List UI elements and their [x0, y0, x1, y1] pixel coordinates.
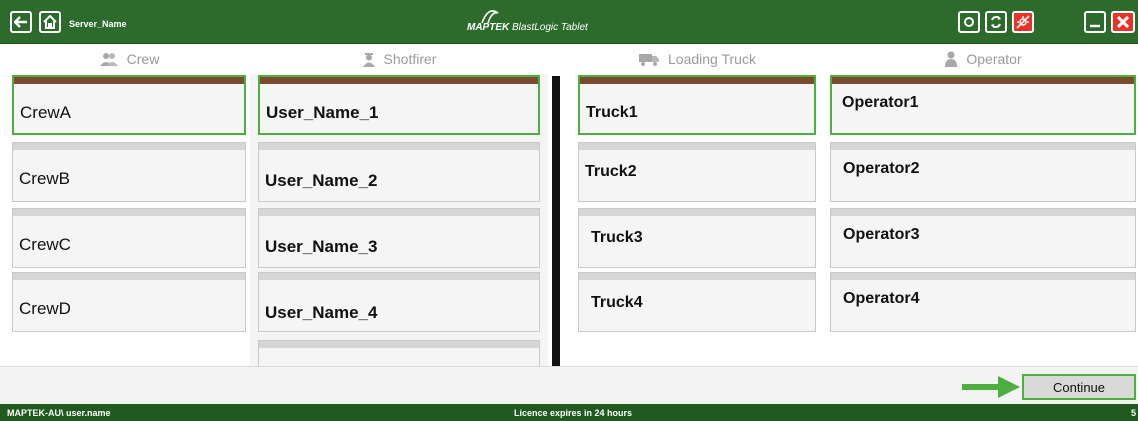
loading-truck-list: Truck1 Truck2 Truck3 Truck4 — [578, 74, 816, 366]
list-item-truck[interactable]: Truck2 — [578, 142, 816, 202]
person-icon — [945, 51, 958, 67]
status-user: MAPTEK-AU\ user.name — [7, 408, 111, 418]
list-item-label: Operator1 — [842, 94, 919, 111]
list-item-crew[interactable]: CrewB — [12, 142, 246, 202]
list-item-truck[interactable]: Truck3 — [578, 208, 816, 268]
column-header-shotfirer: Shotfirer — [258, 48, 540, 70]
list-item-operator[interactable]: Operator1 — [830, 75, 1136, 135]
brand-logo: MAPTEK BlastLogic Tablet — [460, 10, 680, 36]
arrow-right-icon — [962, 376, 1020, 398]
list-item-label: Truck3 — [591, 229, 643, 246]
shotfirer-list[interactable]: User_Name_1 User_Name_2 User_Name_3 User… — [250, 74, 548, 366]
sync-icon[interactable] — [958, 11, 980, 33]
list-item-shotfirer[interactable]: User_Name_2 — [258, 142, 540, 202]
truck-icon — [639, 54, 660, 66]
brand-name: MAPTEK — [467, 22, 510, 33]
status-bar: MAPTEK-AU\ user.name Licence expires in … — [0, 404, 1138, 421]
list-item-label: CrewD — [19, 299, 71, 318]
list-item-operator[interactable]: Operator4 — [830, 272, 1136, 332]
list-item-operator[interactable]: Operator3 — [830, 208, 1136, 268]
list-item-crew[interactable]: CrewC — [12, 208, 246, 268]
crew-list: CrewA CrewB CrewC CrewD — [12, 74, 246, 366]
shotfirer-icon — [362, 53, 375, 67]
list-item-label: Truck1 — [586, 104, 638, 121]
back-arrow-icon[interactable] — [10, 11, 32, 33]
list-item-label: Truck4 — [591, 294, 643, 311]
home-icon[interactable] — [39, 11, 61, 33]
list-item-label: User_Name_4 — [265, 303, 378, 322]
product-name: BlastLogic Tablet — [512, 22, 588, 33]
list-item-label: User_Name_2 — [265, 171, 378, 190]
list-item-label: Truck2 — [585, 163, 637, 180]
column-header-crew: Crew — [12, 48, 246, 70]
status-licence: Licence expires in 24 hours — [514, 408, 633, 418]
list-item-partial[interactable] — [258, 340, 540, 366]
column-header-label: Loading Truck — [668, 51, 756, 67]
list-item-crew[interactable]: CrewA — [12, 75, 246, 135]
list-item-crew[interactable]: CrewD — [12, 272, 246, 332]
list-item-label: Operator2 — [843, 160, 920, 177]
list-item-label: CrewA — [20, 103, 72, 122]
list-item-shotfirer[interactable]: User_Name_4 — [258, 272, 540, 332]
title-bar: Server_Name MAPTEK BlastLogic Tablet — [0, 0, 1138, 44]
list-item-label: User_Name_3 — [265, 237, 378, 256]
gps-off-icon[interactable] — [1012, 11, 1034, 33]
column-header-loading-truck: Loading Truck — [578, 48, 816, 70]
column-header-label: Operator — [966, 51, 1022, 67]
continue-button[interactable]: Continue — [1022, 374, 1136, 400]
close-icon[interactable] — [1111, 11, 1135, 33]
column-header-operator: Operator — [830, 48, 1136, 70]
column-header-label: Shotfirer — [383, 51, 437, 67]
column-header-label: Crew — [126, 51, 160, 67]
list-item-truck[interactable]: Truck4 — [578, 272, 816, 332]
list-item-label: Operator3 — [843, 226, 920, 243]
list-item-truck[interactable]: Truck1 — [578, 75, 816, 135]
list-item-label: Operator4 — [843, 290, 920, 307]
shotfirer-scrollbar[interactable] — [552, 76, 560, 366]
refresh-icon[interactable] — [985, 11, 1007, 33]
status-right-value: 5 — [1130, 408, 1136, 418]
operator-list: Operator1 Operator2 Operator3 Operator4 — [830, 74, 1136, 366]
server-name: Server_Name — [69, 19, 127, 29]
list-item-shotfirer[interactable]: User_Name_1 — [258, 75, 540, 135]
list-item-shotfirer[interactable]: User_Name_3 — [258, 208, 540, 268]
list-item-label: CrewC — [19, 235, 71, 254]
list-item-label: CrewB — [19, 169, 71, 188]
list-item-operator[interactable]: Operator2 — [830, 142, 1136, 202]
people-icon — [99, 53, 118, 66]
list-item-label: User_Name_1 — [266, 103, 379, 122]
minimize-icon[interactable] — [1084, 11, 1106, 33]
